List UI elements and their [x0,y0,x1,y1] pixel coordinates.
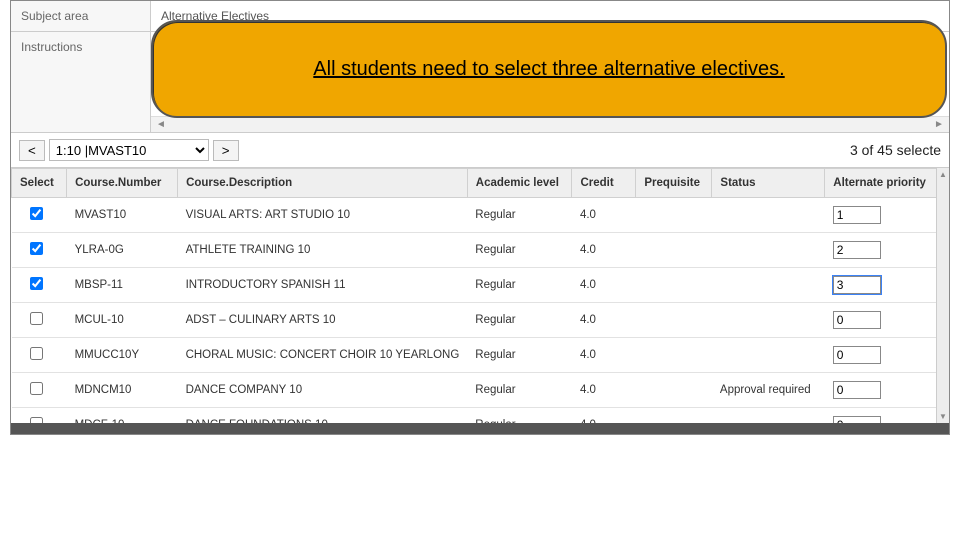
cell-academic-level: Regular [467,338,572,373]
select-checkbox[interactable] [30,417,43,423]
col-credit[interactable]: Credit [572,169,636,198]
selection-count: 3 of 45 selecte [850,142,941,158]
subject-area-label: Subject area [11,1,151,31]
cell-prerequisite [636,268,712,303]
col-alternate-priority[interactable]: Alternate priority [825,169,949,198]
cell-academic-level: Regular [467,233,572,268]
select-checkbox[interactable] [30,382,43,395]
select-checkbox[interactable] [30,347,43,360]
alternate-priority-input[interactable] [833,381,881,399]
pager-prev-button[interactable]: < [19,140,45,161]
instructions-row: Instructions All students need to select… [11,32,949,133]
cell-academic-level: Regular [467,373,572,408]
cell-academic-level: Regular [467,268,572,303]
alternate-priority-input[interactable] [833,346,881,364]
alternate-priority-input[interactable] [833,241,881,259]
cell-credit: 4.0 [572,198,636,233]
scroll-up-icon[interactable]: ▲ [939,170,947,179]
cell-course-number: YLRA-0G [67,233,178,268]
cell-prerequisite [636,373,712,408]
select-checkbox[interactable] [30,207,43,220]
table-row: MDNCM10DANCE COMPANY 10Regular4.0 Approva… [12,373,949,408]
table-row: YLRA-0GATHLETE TRAINING 10Regular4.0 [12,233,949,268]
select-checkbox[interactable] [30,312,43,325]
instructions-callout: All students need to select three altern… [151,20,947,118]
scroll-left-icon[interactable]: ◄ [155,119,167,131]
cell-course-description: DANCE COMPANY 10 [178,373,468,408]
cell-status [712,408,825,424]
frame-bottom-border [11,423,949,434]
app-frame: Subject area Alternative Electives Instr… [10,0,950,435]
cell-course-number: MVAST10 [67,198,178,233]
table-row: MBSP-11INTRODUCTORY SPANISH 11Regular4.0 [12,268,949,303]
table-row: MDCF-10DANCE FOUNDATIONS 10Regular4.0 [12,408,949,424]
col-academic-level[interactable]: Academic level [467,169,572,198]
cell-course-number: MCUL-10 [67,303,178,338]
cell-status: Approval required [712,373,825,408]
table-vertical-scrollbar[interactable]: ▲ ▼ [936,168,949,423]
cell-status [712,198,825,233]
select-checkbox[interactable] [30,277,43,290]
table-row: MVAST10VISUAL ARTS: ART STUDIO 10Regular… [12,198,949,233]
instructions-scrollbar[interactable]: ◄ ► [151,116,949,132]
cell-course-number: MDCF-10 [67,408,178,424]
cell-course-description: ADST – CULINARY ARTS 10 [178,303,468,338]
pager-next-button[interactable]: > [213,140,239,161]
col-prerequisite[interactable]: Prequisite [636,169,712,198]
alternate-priority-input[interactable] [833,206,881,224]
cell-course-number: MBSP-11 [67,268,178,303]
cell-credit: 4.0 [572,233,636,268]
table-wrap: Select Course.Number Course.Description … [11,168,949,423]
pager-range-select[interactable]: 1:10 |MVAST10 [49,139,209,161]
cell-credit: 4.0 [572,373,636,408]
cell-course-description: INTRODUCTORY SPANISH 11 [178,268,468,303]
cell-course-description: DANCE FOUNDATIONS 10 [178,408,468,424]
instructions-value: All students need to select three altern… [151,32,949,132]
alternate-priority-input[interactable] [833,311,881,329]
cell-status [712,233,825,268]
cell-prerequisite [636,303,712,338]
cell-course-number: MDNCM10 [67,373,178,408]
cell-course-description: VISUAL ARTS: ART STUDIO 10 [178,198,468,233]
cell-academic-level: Regular [467,303,572,338]
callout-text: All students need to select three altern… [313,58,784,81]
col-status[interactable]: Status [712,169,825,198]
alternate-priority-input[interactable] [833,276,881,294]
cell-status [712,268,825,303]
cell-prerequisite [636,198,712,233]
course-table: Select Course.Number Course.Description … [11,168,949,423]
cell-academic-level: Regular [467,408,572,424]
alternate-priority-input[interactable] [833,416,881,423]
cell-prerequisite [636,408,712,424]
cell-credit: 4.0 [572,338,636,373]
cell-status [712,303,825,338]
select-checkbox[interactable] [30,242,43,255]
col-course-number[interactable]: Course.Number [67,169,178,198]
cell-course-number: MMUCC10Y [67,338,178,373]
cell-academic-level: Regular [467,198,572,233]
scroll-down-icon[interactable]: ▼ [939,412,947,421]
cell-course-description: CHORAL MUSIC: CONCERT CHOIR 10 YEARLONG [178,338,468,373]
col-course-description[interactable]: Course.Description [178,169,468,198]
cell-prerequisite [636,338,712,373]
cell-credit: 4.0 [572,408,636,424]
cell-status [712,338,825,373]
pager-bar: < 1:10 |MVAST10 > 3 of 45 selecte [11,133,949,168]
cell-prerequisite [636,233,712,268]
cell-course-description: ATHLETE TRAINING 10 [178,233,468,268]
scroll-right-icon[interactable]: ► [933,119,945,131]
col-select[interactable]: Select [12,169,67,198]
table-header-row: Select Course.Number Course.Description … [12,169,949,198]
cell-credit: 4.0 [572,268,636,303]
instructions-label: Instructions [11,32,151,132]
cell-credit: 4.0 [572,303,636,338]
table-row: MCUL-10ADST – CULINARY ARTS 10Regular4.0 [12,303,949,338]
table-row: MMUCC10YCHORAL MUSIC: CONCERT CHOIR 10 Y… [12,338,949,373]
